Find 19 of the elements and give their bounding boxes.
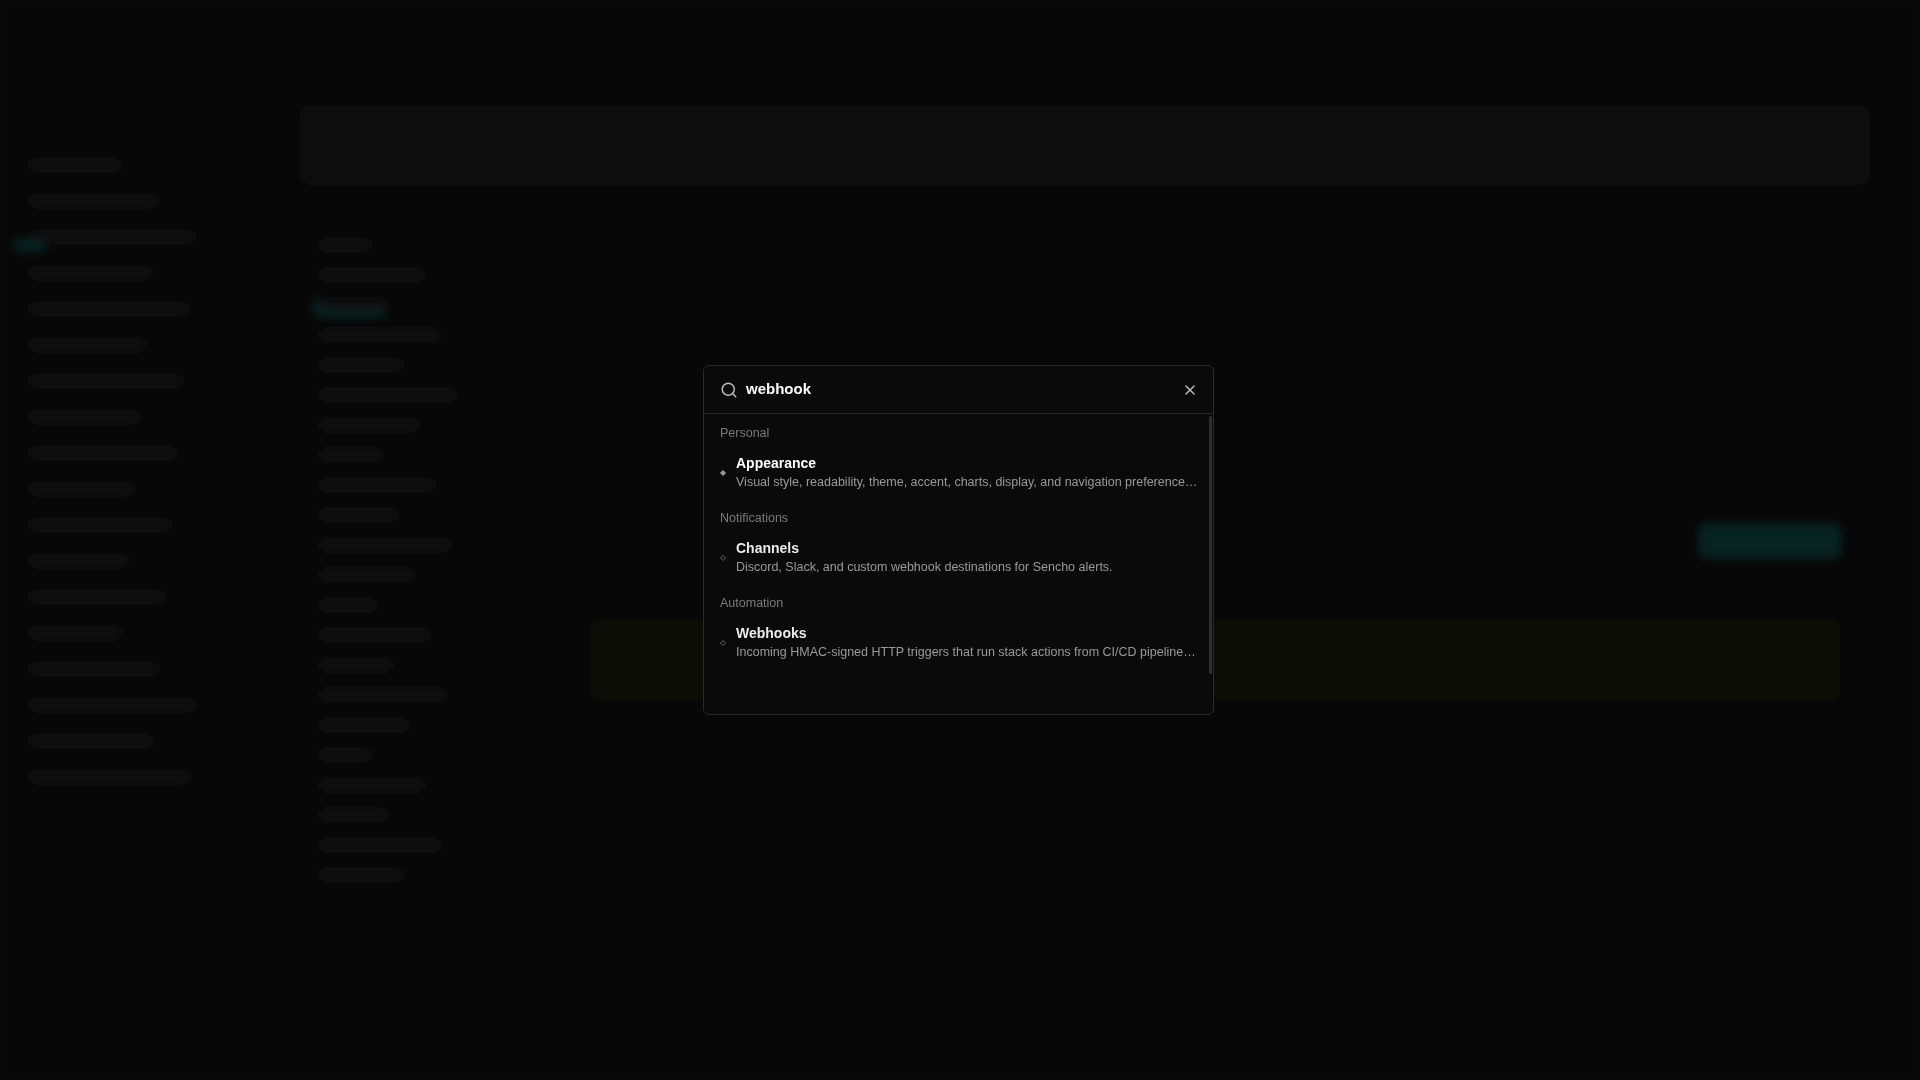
section-heading: Personal [720,425,771,442]
scrollbar[interactable] [1209,416,1212,674]
result-description: Discord, Slack, and custom webhook destinations for Sencho alerts. [736,559,1113,576]
diamond-icon [720,554,726,561]
result-item[interactable]: Appearance Visual style, readability, theme, accent, charts, display, and navigation preference… [720,454,1198,491]
result-title: Appearance [736,454,818,473]
diamond-icon [720,639,726,646]
result-title: Webhooks [736,624,808,643]
result-item[interactable]: Channels Discord, Slack, and custom webhook destinations for Sencho alerts. [720,539,1198,576]
result-description: Visual style, readability, theme, accent, charts, display, and navigation preference… [736,474,1198,491]
result-title: Channels [736,539,800,558]
section-heading: Automation [720,595,785,612]
close-icon[interactable] [1183,382,1197,397]
result-description: Incoming HMAC-signed HTTP triggers that run stack actions from CI/CD pipeline… [736,644,1196,661]
search-icon [720,380,738,399]
result-item[interactable]: Webhooks Incoming HMAC-signed HTTP triggers that run stack actions from CI/CD pipeline… [720,624,1198,661]
search-field[interactable]: webhook [746,378,1175,401]
diamond-icon [720,469,726,476]
section-heading: Notifications [720,510,790,527]
